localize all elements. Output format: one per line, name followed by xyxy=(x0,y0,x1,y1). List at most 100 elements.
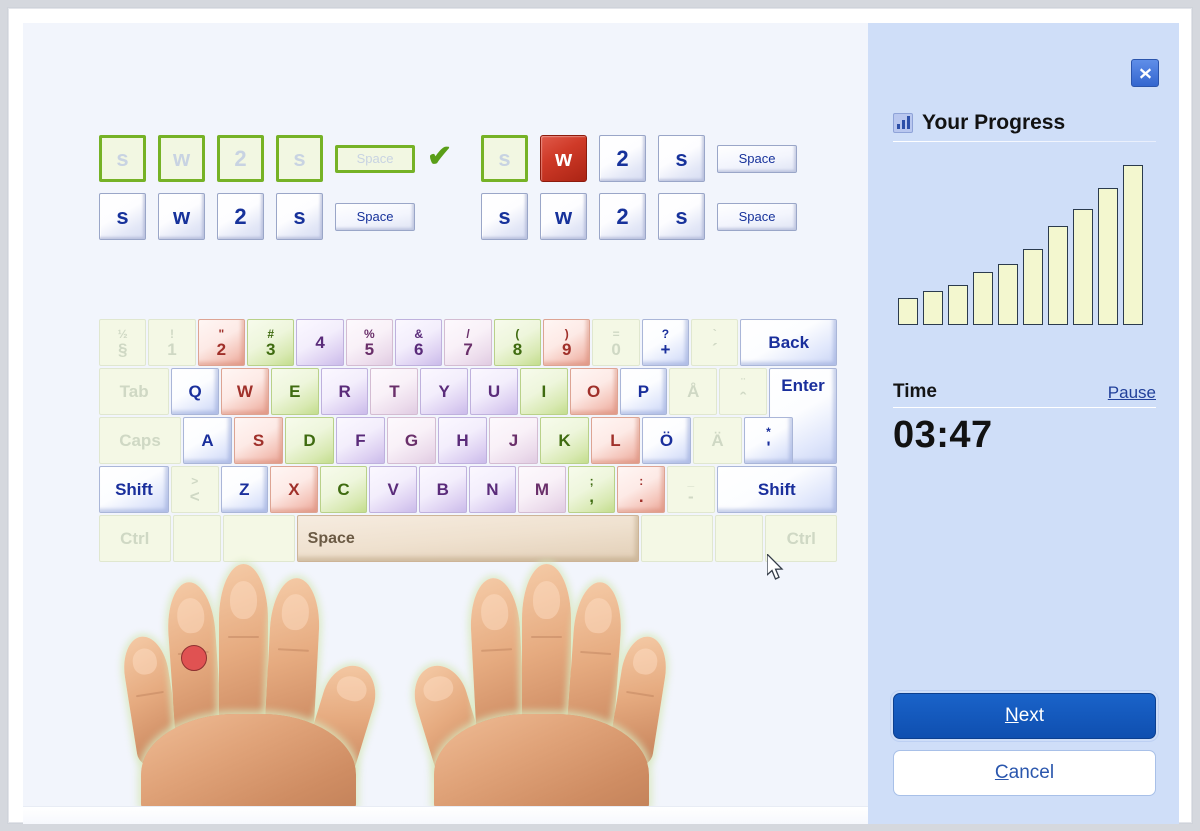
key-legend: Ctrl xyxy=(786,529,816,548)
key-7: /7 xyxy=(444,319,492,366)
key-r: R xyxy=(320,368,369,415)
progress-bar xyxy=(898,298,918,325)
fingernail xyxy=(229,581,258,620)
key-legend: + xyxy=(660,339,671,359)
key-blank: ½ § xyxy=(99,319,147,366)
exercise-row: s w 2 s Space xyxy=(99,193,425,240)
pause-link[interactable]: Pause xyxy=(1108,383,1156,403)
time-block: Time Pause 03:47 xyxy=(893,381,1156,457)
exercise-key-done: 2 xyxy=(217,135,264,182)
kb-row-numbers: ½ §! 1 " 2 #3 4% 5 & 6/7(8) 9 = 0? + ` ´ Back xyxy=(99,319,839,366)
fingernail xyxy=(631,646,660,676)
hands-illustration xyxy=(119,564,723,824)
key-shift-legend: ; xyxy=(589,473,594,488)
key-blank xyxy=(641,515,713,562)
key-legend: F xyxy=(355,431,366,450)
key-shift-legend: # xyxy=(267,326,275,341)
cancel-button[interactable]: Cancel xyxy=(893,750,1156,796)
fingernail xyxy=(583,597,613,635)
key-4: 4 xyxy=(296,319,344,366)
exercise-key-pending: s xyxy=(658,135,705,182)
bar-chart-icon xyxy=(893,113,913,133)
exercise-space-key: Space xyxy=(717,202,797,231)
fingernail xyxy=(420,672,456,705)
exercise-row: s w 2 s Space xyxy=(481,135,807,182)
key-blank: ̈̂ xyxy=(719,368,767,415)
key-legend: P xyxy=(637,382,650,401)
key-shift: Shift xyxy=(716,466,838,513)
knuckle-crease xyxy=(227,636,260,639)
mouse-cursor-icon xyxy=(767,554,784,580)
key-i: I xyxy=(519,368,568,415)
key-blank: Ö xyxy=(642,417,691,464)
key-q: Q xyxy=(171,368,220,415)
key-shift-legend: ? xyxy=(661,326,670,341)
key-legend: D xyxy=(303,431,316,450)
key-shift-legend: / xyxy=(466,326,470,341)
key-legend: E xyxy=(289,382,301,401)
key-ctrl: Ctrl xyxy=(99,515,171,562)
cancel-label-rest: ancel xyxy=(1008,762,1055,783)
exercise-key-error: w xyxy=(540,135,587,182)
time-header-row: Time Pause xyxy=(893,381,1156,403)
key-shift-legend: : xyxy=(639,473,644,488)
key-blank xyxy=(714,515,764,562)
key-legend: Space xyxy=(307,529,355,547)
key-shift-legend: & xyxy=(414,326,424,341)
exercise-row: s w 2 s Space xyxy=(481,193,807,240)
key-blank: :. xyxy=(617,466,666,513)
knuckle-crease xyxy=(480,648,513,653)
key-legend: 2 xyxy=(216,339,227,359)
kb-row-space: Ctrl Space Ctrl xyxy=(99,515,839,562)
time-label: Time xyxy=(893,381,938,402)
kb-row-qwerty: Tab Q W E R T Y U I O P Å̈̂ Enter xyxy=(99,368,839,464)
fingernail xyxy=(130,646,159,676)
key-6: & 6 xyxy=(395,319,443,366)
left-ring-finger-marker xyxy=(181,645,207,671)
key-legend: 7 xyxy=(463,339,473,359)
key-legend: Ä xyxy=(711,431,724,450)
key-blank xyxy=(223,515,295,562)
key-g: G xyxy=(387,417,436,464)
key-legend: C xyxy=(337,480,350,499)
key-blank: _ - xyxy=(667,466,715,513)
key-a: A xyxy=(183,417,232,464)
exercise-key-current: s xyxy=(481,135,528,182)
exercise-space-key: Space xyxy=(335,144,415,173)
progress-bar-chart xyxy=(893,157,1156,325)
key-shift-legend: * xyxy=(766,424,771,439)
key-shift-legend: ½ xyxy=(117,326,128,341)
next-button[interactable]: Next xyxy=(893,693,1156,739)
exercise-key-done: w xyxy=(158,135,205,182)
virtual-keyboard: ½ §! 1 " 2 #3 4% 5 & 6/7(8) 9 = 0? + ` ´ Back Tab Q W E R T Y U I… xyxy=(99,319,839,564)
key-1: ! 1 xyxy=(148,319,196,366)
exercise-group: s w 2 s Space s w 2 s Space xyxy=(481,135,807,240)
key-j: J xyxy=(489,417,538,464)
exercise-key-pending: 2 xyxy=(217,193,264,240)
exercise-key-done: s xyxy=(99,135,146,182)
key-legend: J xyxy=(508,431,519,450)
knuckle-crease xyxy=(135,691,164,698)
right-hand xyxy=(401,564,671,824)
close-button[interactable] xyxy=(1131,59,1159,87)
key-blank: > < xyxy=(170,466,219,513)
key-shift-legend: ) xyxy=(564,326,569,341)
exercise-key-pending: w xyxy=(540,193,587,240)
progress-bar xyxy=(1073,209,1093,325)
header-divider xyxy=(893,141,1156,142)
key-legend: 5 xyxy=(364,339,375,359)
key-legend: Å xyxy=(687,382,700,401)
key-legend: Y xyxy=(438,382,450,401)
key-p: P xyxy=(619,368,668,415)
exercise-group: s w 2 s Space ✔ s w 2 s Space xyxy=(99,135,452,240)
next-label-rest: ext xyxy=(1018,705,1045,726)
time-value: 03:47 xyxy=(893,414,993,456)
exercise-row: s w 2 s Space ✔ xyxy=(99,135,452,182)
key-k: K xyxy=(540,417,589,464)
key-legend: Ctrl xyxy=(120,529,150,548)
panel-button-group: Next Cancel xyxy=(893,693,1156,796)
key-shift-legend: ` xyxy=(712,326,717,341)
key-shift-legend: % xyxy=(364,326,375,341)
knuckle-crease xyxy=(277,648,310,653)
key-shift-legend: " xyxy=(218,326,225,341)
